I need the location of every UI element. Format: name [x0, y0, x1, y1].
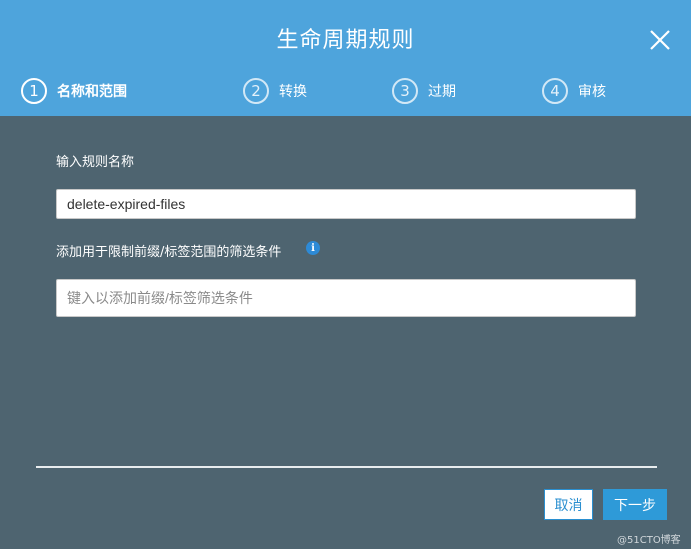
step-number: 3: [392, 78, 418, 104]
step-number: 4: [542, 78, 568, 104]
dialog-title: 生命周期规则: [276, 28, 415, 53]
filter-label: 添加用于限制前缀/标签范围的筛选条件: [56, 245, 282, 260]
step-label: 名称和范围: [57, 84, 127, 100]
step-label: 转换: [279, 84, 307, 100]
next-button[interactable]: 下一步: [603, 489, 667, 520]
step-review[interactable]: 4 审核: [542, 77, 606, 105]
info-icon[interactable]: i: [306, 241, 320, 255]
watermark: @51CTO博客: [617, 535, 681, 546]
step-expiration[interactable]: 3 过期: [392, 77, 456, 105]
cancel-button[interactable]: 取消: [544, 489, 593, 520]
step-transitions[interactable]: 2 转换: [243, 77, 307, 105]
step-label: 过期: [428, 84, 456, 100]
rule-name-input[interactable]: delete-expired-files: [56, 189, 636, 219]
close-icon[interactable]: [646, 26, 674, 54]
rule-name-label: 输入规则名称: [56, 155, 135, 170]
step-number: 2: [243, 78, 269, 104]
filter-input[interactable]: 键入以添加前缀/标签筛选条件: [56, 279, 636, 317]
step-label: 审核: [578, 84, 606, 100]
dialog-header: 生命周期规则 1 名称和范围 2 转换 3 过期 4 审核: [0, 0, 691, 116]
step-number: 1: [21, 78, 47, 104]
footer-divider: [36, 466, 657, 468]
step-name-and-scope[interactable]: 1 名称和范围: [21, 77, 127, 105]
